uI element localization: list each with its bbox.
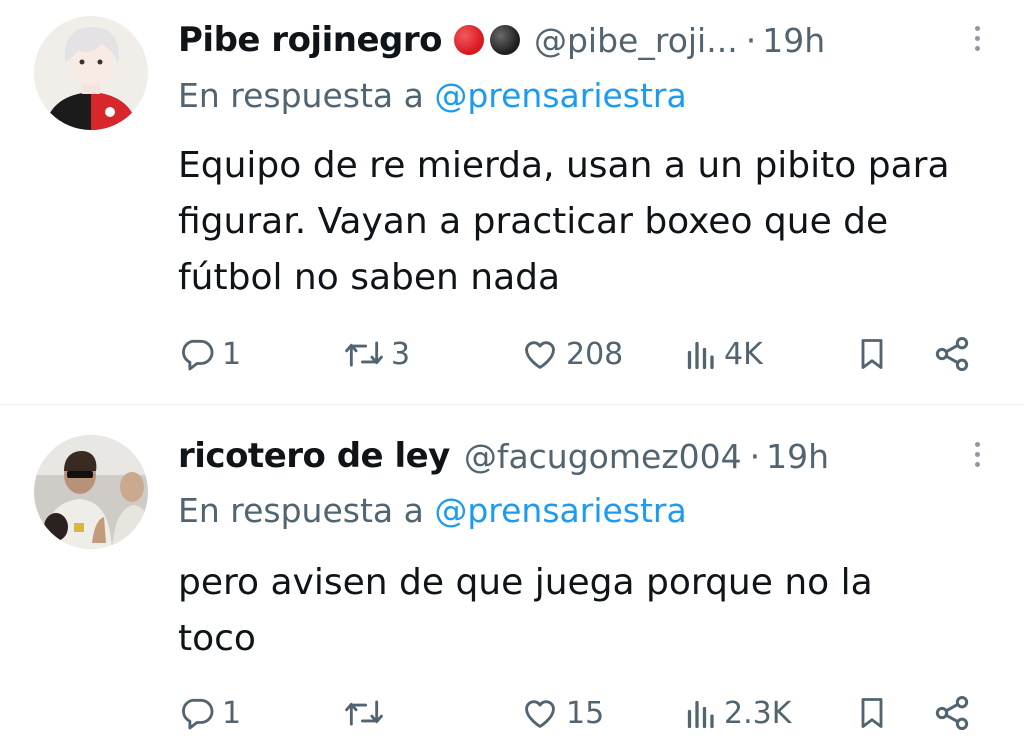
retweet-count: 3 <box>391 336 411 372</box>
action-bar: 1 3 208 4K <box>178 330 978 378</box>
views-count: 2.3K <box>724 695 792 731</box>
author-handle[interactable]: @facugomez004 <box>464 437 742 476</box>
action-bar: 1 15 2.3K <box>178 689 978 737</box>
avatar[interactable] <box>34 435 148 549</box>
like-button[interactable]: 15 <box>520 689 604 737</box>
like-button[interactable]: 208 <box>520 330 623 378</box>
reply-icon <box>182 339 214 371</box>
views-button[interactable]: 4K <box>682 330 763 378</box>
like-icon <box>525 341 555 369</box>
like-count: 15 <box>566 695 605 731</box>
share-button[interactable] <box>932 330 972 378</box>
red-circle-icon <box>453 25 484 55</box>
bookmark-button[interactable] <box>854 689 890 737</box>
reply-button[interactable]: 1 <box>178 689 241 737</box>
views-icon <box>687 341 714 370</box>
bookmark-icon <box>861 698 883 728</box>
share-icon <box>935 696 969 730</box>
separator: · <box>745 20 757 60</box>
reply-prefix: En respuesta a <box>178 491 424 530</box>
reply-icon <box>182 698 214 730</box>
retweet-icon <box>345 700 383 726</box>
black-circle-icon <box>489 25 520 55</box>
more-icon[interactable] <box>970 442 984 472</box>
share-icon <box>935 337 969 371</box>
author-handle[interactable]: @pibe_roji... <box>534 21 738 60</box>
reply-context: En respuesta a @prensariestra <box>178 491 687 530</box>
reply-button[interactable]: 1 <box>178 330 241 378</box>
bookmark-icon <box>861 339 883 369</box>
more-icon[interactable] <box>970 26 984 56</box>
tweet-2[interactable]: ricotero de ley @facugomez004 · 19h En r… <box>0 405 1024 745</box>
tweet-header: ricotero de ley @facugomez004 · 19h <box>178 430 984 482</box>
like-icon <box>525 700 555 728</box>
reply-context: En respuesta a @prensariestra <box>178 76 687 115</box>
tweet-text: pero avisen de que juega porque no la to… <box>178 562 873 659</box>
bookmark-button[interactable] <box>854 330 890 378</box>
views-count: 4K <box>724 336 763 372</box>
like-count: 208 <box>566 336 624 372</box>
author-name[interactable]: Pibe rojinegro <box>178 20 442 60</box>
tweet-text: Equipo de re mierda, usan a un pibito pa… <box>178 145 950 298</box>
views-button[interactable]: 2.3K <box>682 689 791 737</box>
reply-count: 1 <box>222 695 242 731</box>
reply-count: 1 <box>222 336 242 372</box>
views-icon <box>687 700 714 729</box>
reply-mention[interactable]: @prensariestra <box>434 491 686 530</box>
name-badges <box>453 25 520 55</box>
retweet-button[interactable]: 3 <box>343 330 410 378</box>
timestamp[interactable]: 19h <box>766 437 829 476</box>
reply-mention[interactable]: @prensariestra <box>434 76 686 115</box>
retweet-button[interactable] <box>343 689 391 737</box>
share-button[interactable] <box>932 689 972 737</box>
reply-prefix: En respuesta a <box>178 76 424 115</box>
timestamp[interactable]: 19h <box>762 21 825 60</box>
tweet-header: Pibe rojinegro @pibe_roji... · 19h <box>178 14 984 66</box>
retweet-icon <box>345 341 383 367</box>
avatar[interactable] <box>34 16 148 130</box>
tweet-1[interactable]: Pibe rojinegro @pibe_roji... · 19h En re… <box>0 0 1024 404</box>
separator: · <box>749 436 761 476</box>
author-name[interactable]: ricotero de ley <box>178 436 450 476</box>
